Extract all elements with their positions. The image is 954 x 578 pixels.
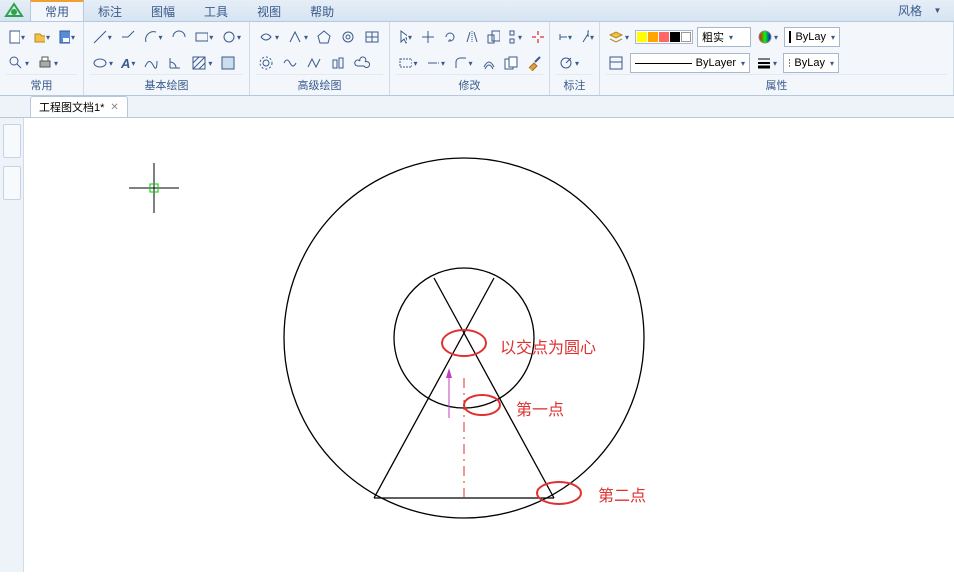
find-icon[interactable]: ▾ (6, 54, 31, 72)
fill-icon[interactable] (218, 54, 238, 72)
main-tabbar: 常用 标注 图幅 工具 视图 帮助 风格 ▼ (0, 0, 954, 22)
group-label-adv-draw: 高级绘图 (256, 74, 383, 95)
doctab-title: 工程图文档1* (39, 99, 104, 115)
side-panel-btn-2[interactable] (3, 166, 21, 200)
side-panel (0, 118, 24, 572)
app-logo-icon (4, 2, 24, 20)
mirror-icon[interactable] (462, 28, 480, 46)
adv7-icon[interactable] (328, 54, 348, 72)
rect-icon[interactable]: ▾ (192, 28, 216, 46)
circle-icon[interactable]: ▾ (219, 28, 243, 46)
table-icon[interactable] (362, 28, 382, 46)
cloud-icon[interactable] (352, 54, 372, 72)
ribbon: ▾ ▾ ▾ ▾ ▾ 常用 ▾ ▾ ▾ ▾ ▾ A▾ (0, 22, 954, 96)
scale-icon[interactable] (484, 28, 502, 46)
doctab-bar: 工程图文档1* ✕ (0, 96, 954, 118)
color-swatch[interactable]: ▾ (755, 28, 780, 46)
style-dropdown[interactable]: ▼ (928, 2, 946, 20)
dim-radial-icon[interactable]: ▾ (556, 54, 581, 72)
offset-icon[interactable] (479, 54, 498, 72)
dim-leader-icon[interactable]: ▾ (578, 28, 596, 46)
print-icon[interactable]: ▾ (35, 54, 60, 72)
layer-combo-text: ByLay (795, 31, 826, 43)
tab-frame[interactable]: 图幅 (137, 0, 190, 21)
angle-icon[interactable] (165, 54, 185, 72)
group-label-annotate: 标注 (556, 74, 593, 95)
copy-icon[interactable] (501, 54, 520, 72)
group-label-basic-draw: 基本绘图 (90, 74, 243, 95)
tab-tools[interactable]: 工具 (190, 0, 243, 21)
polygon-icon[interactable] (314, 28, 334, 46)
group-label-modify: 修改 (396, 74, 543, 95)
drawing-canvas[interactable]: 以交点为圆心 第一点 第二点 (24, 118, 954, 572)
extend-icon[interactable]: ▾ (424, 54, 448, 72)
layer-state-palette[interactable] (635, 30, 693, 44)
tab-common[interactable]: 常用 (30, 0, 84, 21)
annotation-center: 以交点为圆心 (500, 334, 596, 358)
array-icon[interactable]: ▾ (506, 28, 524, 46)
group-label-properties: 属性 (606, 74, 947, 95)
adv6-icon[interactable] (304, 54, 324, 72)
donut-icon[interactable] (338, 28, 358, 46)
spline-icon[interactable] (141, 54, 161, 72)
arc2-icon[interactable] (169, 28, 188, 46)
props-panel-icon[interactable] (606, 54, 626, 72)
lineweight2-text: ByLay (794, 57, 825, 69)
doctab[interactable]: 工程图文档1* ✕ (30, 96, 128, 117)
trim-icon[interactable]: ▾ (396, 54, 420, 72)
crosshair-cursor-icon (124, 158, 184, 218)
side-panel-btn-1[interactable] (3, 124, 21, 158)
move-icon[interactable] (418, 28, 436, 46)
select-icon[interactable]: ▾ (396, 28, 414, 46)
linetype-combo-text: ByLayer (696, 57, 736, 69)
layer-icon[interactable]: ▾ (606, 28, 631, 46)
hatch-icon[interactable]: ▾ (189, 54, 214, 72)
gear-icon[interactable] (256, 54, 276, 72)
new-doc-icon[interactable]: ▾ (6, 28, 27, 46)
lineweight-combo[interactable]: 粗实▾ (697, 27, 751, 47)
tab-help[interactable]: 帮助 (296, 0, 349, 21)
style-label: 风格 (898, 2, 922, 19)
wave-icon[interactable] (280, 54, 300, 72)
brush-icon[interactable] (524, 54, 543, 72)
adv2-icon[interactable]: ▾ (285, 28, 310, 46)
arc-icon[interactable]: ▾ (141, 28, 165, 46)
lineweight-icon[interactable]: ▾ (754, 54, 779, 72)
tab-view[interactable]: 视图 (243, 0, 296, 21)
doctab-close-icon[interactable]: ✕ (110, 102, 118, 113)
group-label-common: 常用 (6, 74, 77, 95)
open-icon[interactable]: ▾ (31, 28, 52, 46)
explode-icon[interactable] (528, 28, 546, 46)
line-icon[interactable]: ▾ (90, 28, 114, 46)
polyline-icon[interactable] (118, 28, 137, 46)
layer-combo[interactable]: ByLay▾ (784, 27, 840, 47)
dim-linear-icon[interactable]: ▾ (556, 28, 574, 46)
rotate-icon[interactable] (440, 28, 458, 46)
annotation-p1: 第一点 (516, 396, 564, 420)
text-icon[interactable]: A▾ (119, 54, 137, 72)
lineweight2-combo[interactable]: ByLay▾ (783, 53, 839, 73)
adv1-icon[interactable]: ▾ (256, 28, 281, 46)
lineweight-label: 粗实 (702, 29, 724, 45)
linetype-combo[interactable]: ByLayer▾ (630, 53, 750, 73)
ellipse-icon[interactable]: ▾ (90, 54, 115, 72)
tab-annotate[interactable]: 标注 (84, 0, 137, 21)
annotation-p2: 第二点 (598, 482, 646, 506)
save-icon[interactable]: ▾ (56, 28, 77, 46)
fillet-icon[interactable]: ▾ (451, 54, 475, 72)
